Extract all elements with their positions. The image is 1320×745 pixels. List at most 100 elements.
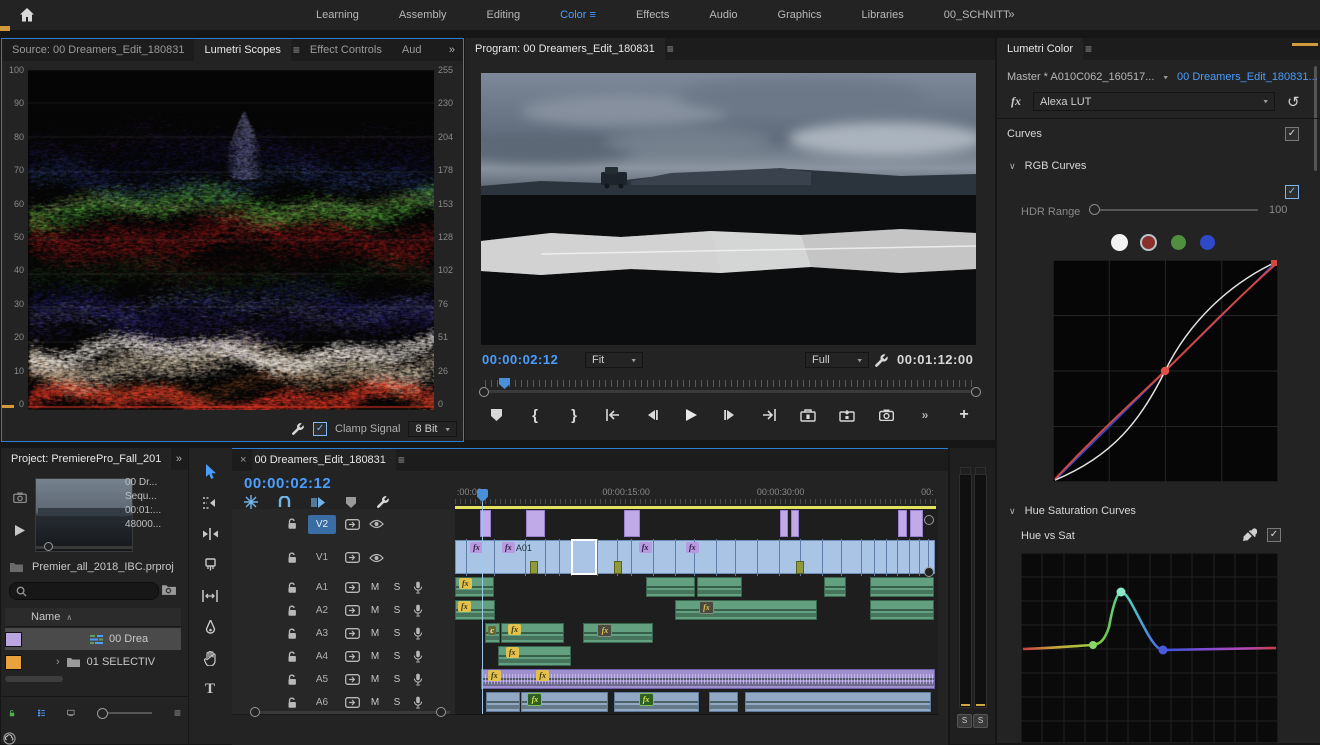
transport-overflow-icon[interactable]: »: [916, 406, 934, 424]
mute-button[interactable]: M: [368, 628, 382, 639]
razor-tool[interactable]: [200, 555, 220, 575]
timeline-ruler[interactable]: :00:0000:00:15:0000:00:30:0000:: [455, 485, 938, 505]
play-button[interactable]: [682, 406, 700, 424]
video-clip[interactable]: [910, 510, 923, 537]
close-tab-icon[interactable]: ×: [240, 454, 246, 466]
rgb-curves-section-label[interactable]: RGB Curves: [1025, 160, 1087, 172]
curves-enabled-checkbox[interactable]: ✓: [1285, 127, 1299, 141]
track-target-A3[interactable]: A3: [308, 628, 336, 639]
track-header-V1[interactable]: V1: [232, 539, 455, 577]
selected-clip[interactable]: [571, 539, 598, 575]
playback-resolution-dropdown[interactable]: Full ▾: [805, 352, 869, 368]
sequence-tab[interactable]: 00 Dreamers_Edit_180831: [252, 449, 395, 471]
hue-vs-sat-curve-editor[interactable]: [1021, 553, 1278, 743]
track-lane-V1[interactable]: fxfxfxfxA01: [455, 539, 938, 577]
audio-clip[interactable]: [486, 692, 520, 712]
solo-button[interactable]: S: [390, 697, 404, 708]
video-clip[interactable]: [780, 510, 788, 537]
preview-play-icon[interactable]: [13, 524, 26, 537]
hdr-range-slider[interactable]: [1092, 209, 1258, 211]
mute-button[interactable]: M: [368, 674, 382, 685]
sync-lock-icon[interactable]: [344, 628, 360, 639]
type-tool[interactable]: T: [200, 679, 220, 699]
audio-clip[interactable]: [646, 577, 695, 597]
sync-lock-icon[interactable]: [344, 519, 360, 530]
automate-to-sequence-icon[interactable]: ≡: [174, 706, 181, 720]
ripple-edit-tool[interactable]: [200, 524, 220, 544]
solo-button[interactable]: S: [390, 605, 404, 616]
chevron-down-icon[interactable]: ▾: [1163, 73, 1168, 82]
scopes-tab[interactable]: Aud: [392, 39, 432, 61]
workspace-tab-color[interactable]: Color ≡: [540, 9, 616, 21]
horizontal-scrollbar[interactable]: [5, 676, 63, 682]
audio-clip[interactable]: [697, 577, 743, 597]
slip-tool[interactable]: [200, 586, 220, 606]
zoom-level-dropdown[interactable]: Fit ▾: [585, 352, 643, 368]
sync-lock-icon[interactable]: [344, 674, 360, 685]
track-header-A1[interactable]: A1MS: [232, 576, 455, 600]
sync-lock-icon[interactable]: [344, 605, 360, 616]
sync-lock-icon[interactable]: [344, 697, 360, 708]
expand-chevron-icon[interactable]: ›: [56, 656, 60, 668]
panel-menu-icon[interactable]: ≡: [398, 453, 405, 467]
panel-overflow-icon[interactable]: »: [176, 453, 182, 465]
eyedropper-icon[interactable]: [1243, 528, 1257, 542]
collapse-chevron-icon[interactable]: ∨: [1009, 506, 1016, 516]
go-to-out-button[interactable]: [760, 406, 778, 424]
track-lane-A5[interactable]: fxfx: [455, 668, 938, 692]
rgb-curves-enabled-checkbox[interactable]: ✓: [1285, 185, 1299, 199]
extract-button[interactable]: [838, 406, 856, 424]
solo-button[interactable]: S: [390, 651, 404, 662]
solo-button[interactable]: S: [390, 674, 404, 685]
list-header[interactable]: Name ∧: [5, 608, 181, 627]
add-button[interactable]: +: [955, 406, 973, 424]
workspace-tab-assembly[interactable]: Assembly: [379, 9, 467, 21]
voiceover-mic-icon[interactable]: [410, 604, 426, 617]
hue-saturation-curves-label[interactable]: Hue Saturation Curves: [1025, 505, 1136, 517]
track-select-forward-tool[interactable]: [200, 493, 220, 513]
track-target-V1[interactable]: V1: [308, 552, 336, 563]
track-lane-A1[interactable]: fx: [455, 576, 938, 600]
hand-tool[interactable]: [200, 648, 220, 668]
workspace-tab-learning[interactable]: Learning: [296, 9, 379, 21]
scrubber-track[interactable]: [485, 390, 975, 393]
search-input[interactable]: [9, 582, 159, 600]
project-tab[interactable]: Project: PremierePro_Fall_201: [1, 448, 171, 470]
clamp-signal-checkbox[interactable]: ✓: [313, 422, 327, 436]
track-header-V2[interactable]: V2: [232, 509, 455, 540]
go-to-in-button[interactable]: [604, 406, 622, 424]
mute-button[interactable]: M: [368, 582, 382, 593]
export-frame-button[interactable]: [877, 406, 895, 424]
scope-settings-wrench-icon[interactable]: [291, 422, 305, 436]
channel-green-button[interactable]: [1171, 235, 1186, 250]
sync-lock-icon[interactable]: [344, 552, 360, 563]
project-item-00-drea[interactable]: 00 Drea: [5, 628, 181, 650]
scrubber-right-knob[interactable]: [971, 387, 981, 397]
workspace-menu-icon[interactable]: ≡: [586, 9, 595, 21]
track-output-eye-icon[interactable]: [368, 553, 384, 563]
vscroll-knob-top[interactable]: [924, 515, 934, 525]
scopes-tab[interactable]: Lumetri Scopes: [194, 39, 290, 61]
add-marker-icon[interactable]: [346, 497, 356, 508]
track-lane-V2[interactable]: [455, 509, 938, 540]
audio-clip[interactable]: [709, 692, 738, 712]
icon-view-icon[interactable]: [67, 707, 75, 719]
fx-badge-icon[interactable]: fx: [1011, 94, 1021, 109]
mute-button[interactable]: M: [368, 651, 382, 662]
step-back-button[interactable]: [643, 406, 661, 424]
settings-wrench-icon[interactable]: [874, 353, 889, 368]
scroll-knob-left[interactable]: [250, 707, 260, 717]
scrubber-left-knob[interactable]: [479, 387, 489, 397]
sync-lock-icon[interactable]: [344, 582, 360, 593]
audio-clip[interactable]: [614, 692, 699, 712]
panel-menu-icon[interactable]: ≡: [1085, 42, 1092, 56]
solo-right-button[interactable]: S: [973, 714, 988, 728]
scroll-knob-right[interactable]: [436, 707, 446, 717]
label-color-swatch[interactable]: [5, 655, 22, 670]
solo-left-button[interactable]: S: [957, 714, 972, 728]
track-lane-A6[interactable]: fxfx: [455, 691, 938, 715]
program-tab[interactable]: Program: 00 Dreamers_Edit_180831: [465, 38, 665, 60]
program-video-frame[interactable]: [481, 73, 976, 345]
timeline-settings-wrench-icon[interactable]: [376, 495, 390, 509]
audio-clip[interactable]: c: [485, 623, 499, 643]
